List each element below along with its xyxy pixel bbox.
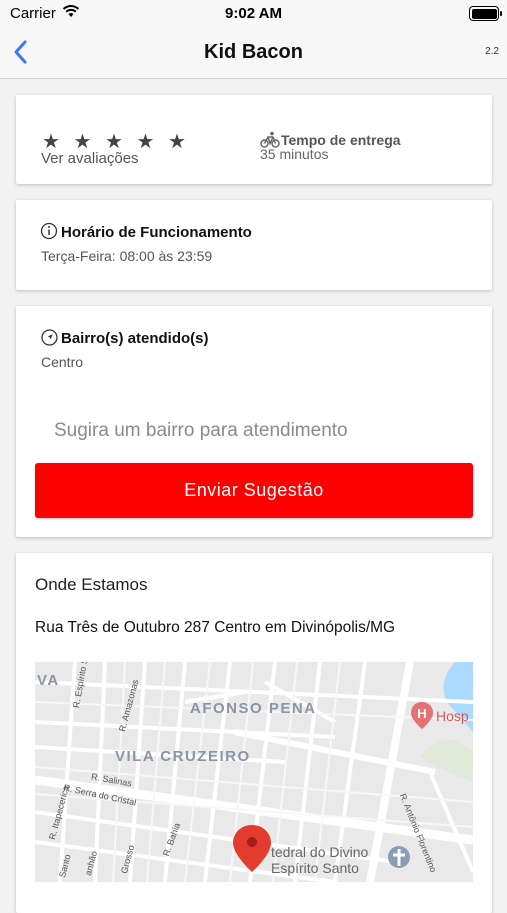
info-icon <box>40 222 58 245</box>
service-areas-value: Centro <box>41 354 84 370</box>
see-reviews-link[interactable]: Ver avaliações <box>41 150 139 167</box>
map-church-label: Espírito Santo <box>271 860 359 876</box>
clock-time: 9:02 AM <box>225 5 282 22</box>
service-areas-title: Bairro(s) atendido(s) <box>61 330 209 347</box>
svg-text:H: H <box>417 706 426 721</box>
address-text: Rua Três de Outubro 287 Centro em Divinó… <box>35 619 396 636</box>
suggest-neighborhood-input[interactable] <box>54 418 474 444</box>
map-neighborhood-label: VILA CRUZEIRO <box>115 748 251 765</box>
location-card: Onde Estamos Rua Três de Outubro 287 Cen… <box>16 553 492 913</box>
map-view[interactable]: H VA AFONSO PENA VILA CRUZEIRO R. Espíri… <box>35 662 473 882</box>
navigation-bar: Kid Bacon 2.2 <box>0 28 507 79</box>
navigation-arrow-icon <box>41 329 58 351</box>
opening-hours-value: Terça-Feira: 08:00 às 23:59 <box>41 248 213 264</box>
version-label: 2.2 <box>485 46 499 57</box>
map-neighborhood-label: VA <box>37 672 60 689</box>
map-church-label: tedral do Divino <box>271 844 369 860</box>
page-title: Kid Bacon <box>204 41 303 63</box>
service-areas-card: Bairro(s) atendido(s) Centro Enviar Suge… <box>16 306 492 537</box>
battery-icon <box>469 6 502 21</box>
rating-card: ★ ★ ★ ★ ★ Ver avaliações Tempo de entreg… <box>16 95 492 184</box>
delivery-time-value: 35 minutos <box>260 146 329 162</box>
send-suggestion-button[interactable]: Enviar Sugestão <box>35 463 473 518</box>
opening-hours-title: Horário de Funcionamento <box>61 224 252 241</box>
opening-hours-card: Horário de Funcionamento Terça-Feira: 08… <box>16 200 492 290</box>
map-neighborhood-label: AFONSO PENA <box>190 700 317 717</box>
location-title: Onde Estamos <box>35 575 148 594</box>
church-marker-icon <box>388 846 410 868</box>
map-streets: H <box>35 662 473 882</box>
map-hospital-label: Hosp <box>436 708 469 724</box>
status-bar: Carrier 9:02 AM <box>0 0 507 28</box>
